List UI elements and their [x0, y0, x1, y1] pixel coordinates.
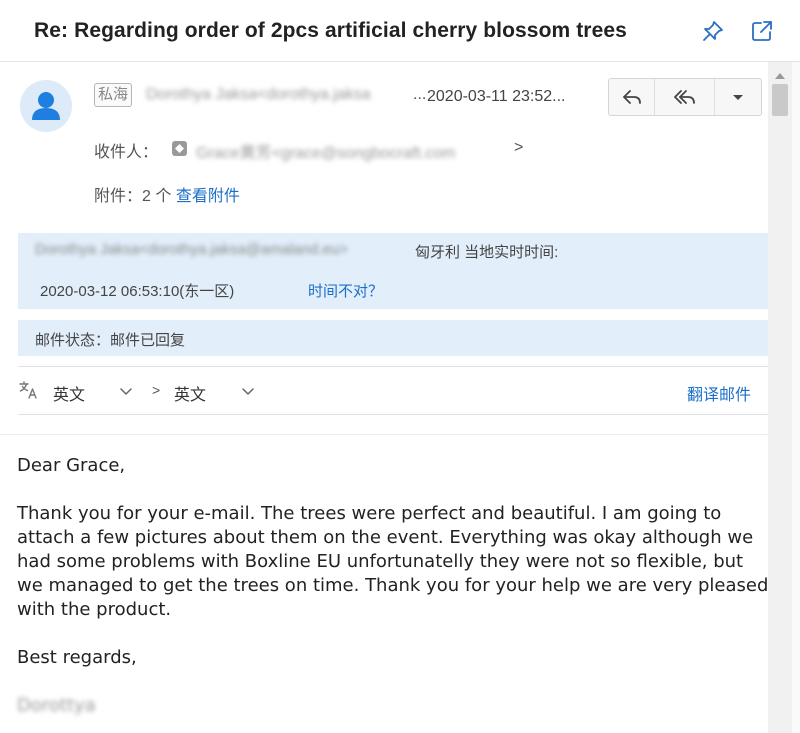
- scroll-thumb[interactable]: [772, 84, 788, 116]
- mail-status-text: 邮件状态：邮件已回复: [35, 332, 186, 349]
- more-actions-button[interactable]: [715, 79, 761, 115]
- chevron-down-icon[interactable]: [119, 385, 133, 397]
- pin-icon[interactable]: [700, 18, 726, 44]
- email-content: 私海 Dorothya Jaksa<dorothya.jaksa ... 202…: [0, 62, 768, 733]
- recipient-close-bracket: >: [514, 139, 524, 156]
- info-country-line: 匈牙利 当地实时时间:: [415, 244, 559, 261]
- email-header: Re: Regarding order of 2pcs artificial c…: [0, 0, 800, 62]
- info-sender-email: Dorothya Jaksa<dorothya.jaksa@amaland.eu…: [35, 241, 348, 258]
- open-new-window-icon[interactable]: [749, 18, 775, 44]
- reply-action-bar: [608, 78, 762, 116]
- divider: [18, 414, 768, 415]
- translate-icon: [19, 380, 39, 400]
- window-edge: [792, 62, 800, 733]
- recipient-address[interactable]: Grace黄芳<grace@songbocraft.com: [196, 139, 455, 163]
- language-arrow: >: [152, 382, 161, 398]
- scroll-up-arrow-icon[interactable]: [774, 68, 786, 79]
- email-closing: Best regards,: [17, 647, 137, 668]
- view-attachments-link[interactable]: 查看附件: [176, 188, 240, 205]
- reply-all-icon: [673, 90, 695, 104]
- sender-ellipsis: ...: [413, 86, 427, 103]
- target-language-select[interactable]: 英文: [174, 381, 206, 405]
- email-subject: Re: Regarding order of 2pcs artificial c…: [34, 19, 627, 42]
- caret-down-icon: [733, 95, 743, 100]
- translate-mail-link[interactable]: 翻译邮件: [687, 381, 751, 405]
- chevron-down-icon[interactable]: [241, 385, 255, 397]
- sender-name[interactable]: Dorothya Jaksa<dorothya.jaksa: [146, 86, 371, 104]
- attachments-label: 附件：2 个: [94, 188, 172, 205]
- email-greeting: Dear Grace,: [17, 455, 126, 476]
- sender-avatar[interactable]: [20, 80, 72, 132]
- sent-date: 2020-03-11 23:52...: [427, 88, 566, 105]
- email-signature: Dorottya: [17, 695, 96, 716]
- reply-icon: [622, 90, 641, 104]
- scrollbar[interactable]: [768, 62, 792, 733]
- private-sea-tag: 私海: [94, 83, 133, 107]
- recipients-label: 收件人：: [94, 144, 159, 161]
- email-body: Dear Grace, Thank you for your e-mail. T…: [17, 454, 768, 718]
- email-paragraph: Thank you for your e-mail. The trees wer…: [17, 503, 768, 620]
- reply-button[interactable]: [609, 79, 655, 115]
- attachments-row: 附件：2 个 查看附件: [94, 182, 240, 206]
- contact-icon: [172, 141, 187, 156]
- reply-all-button[interactable]: [655, 79, 715, 115]
- mail-status-panel: 邮件状态：邮件已回复: [18, 320, 768, 356]
- local-time-value: 2020-03-12 06:53:10(东一区): [40, 283, 235, 300]
- source-language-select[interactable]: 英文: [53, 381, 85, 405]
- divider: [18, 366, 768, 367]
- local-time-panel: Dorothya Jaksa<dorothya.jaksa@amaland.eu…: [18, 233, 768, 309]
- wrong-time-link[interactable]: 时间不对？: [308, 280, 383, 301]
- divider: [0, 434, 768, 435]
